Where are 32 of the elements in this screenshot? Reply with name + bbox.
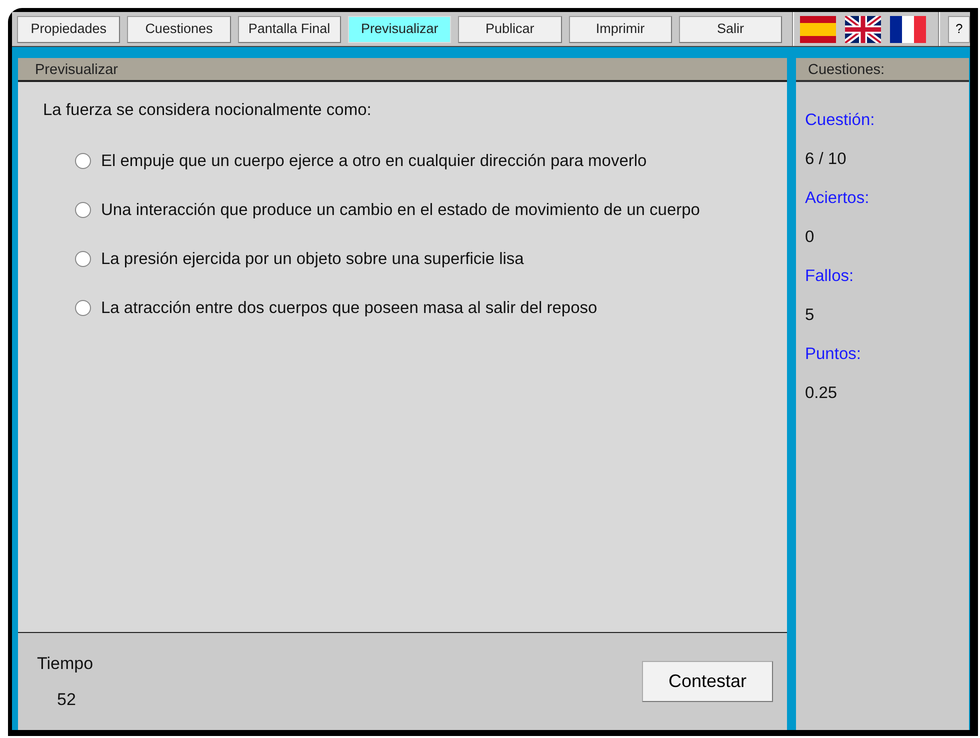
radio-button[interactable] bbox=[75, 300, 91, 316]
submit-button[interactable]: Contestar bbox=[642, 661, 773, 702]
tab[interactable]: Propiedades bbox=[17, 16, 120, 42]
panel-title: Previsualizar bbox=[18, 58, 787, 82]
flag-button[interactable] bbox=[845, 16, 882, 42]
tab[interactable]: Publicar bbox=[458, 16, 562, 42]
option-label[interactable]: La atracción entre dos cuerpos que poseen masa al salir del reposo bbox=[101, 296, 598, 321]
stat-label: Aciertos: bbox=[805, 188, 870, 209]
tab[interactable]: Previsualizar bbox=[348, 16, 452, 42]
flag-button[interactable] bbox=[890, 16, 926, 42]
tab[interactable]: Imprimir bbox=[568, 16, 672, 42]
timer-label: Tiempo bbox=[37, 653, 94, 675]
option-label[interactable]: La presión ejercida por un objeto sobre una superficie lisa bbox=[101, 246, 524, 272]
question-text: La fuerza se considera nocionalmente como: bbox=[43, 100, 372, 121]
radio-button[interactable] bbox=[75, 153, 91, 170]
radio-button[interactable] bbox=[75, 202, 91, 218]
panel-title: Cuestiones: bbox=[796, 58, 969, 82]
stat-value: 0.25 bbox=[805, 383, 838, 404]
timer-value: 52 bbox=[57, 688, 77, 710]
stat-label: Puntos: bbox=[805, 344, 862, 365]
stat-label: Fallos: bbox=[805, 266, 855, 287]
tab[interactable]: Pantalla Final bbox=[238, 16, 341, 42]
radio-button[interactable] bbox=[75, 251, 91, 268]
stat-label: Cuestión: bbox=[805, 110, 876, 131]
tab[interactable]: Salir bbox=[678, 16, 782, 42]
stat-value: 6 / 10 bbox=[805, 149, 848, 170]
stat-value: 5 bbox=[805, 305, 816, 326]
option-label[interactable]: Una interacción que produce un cambio en el estado de movimiento de un cuerpo bbox=[101, 198, 700, 223]
option-label[interactable]: El empuje que un cuerpo ejerce a otro en cualquier dirección para moverlo bbox=[101, 148, 647, 174]
stat-value: 0 bbox=[805, 227, 816, 248]
tab[interactable]: Cuestiones bbox=[127, 16, 231, 42]
help-button[interactable]: ? bbox=[948, 16, 970, 42]
